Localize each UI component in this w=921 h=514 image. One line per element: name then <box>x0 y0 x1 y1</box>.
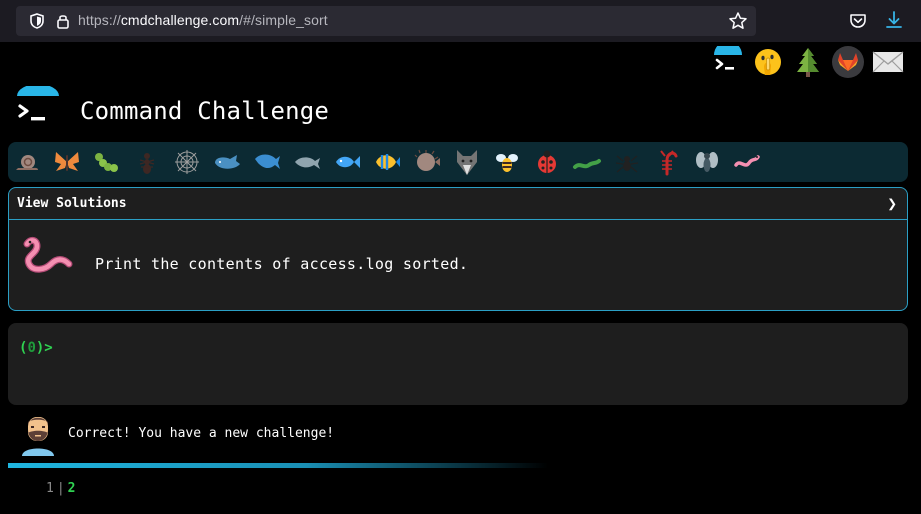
page-current-2[interactable]: 2 <box>68 481 76 496</box>
earthworm-icon[interactable] <box>732 147 762 177</box>
header-icon-bar <box>712 46 912 80</box>
view-solutions-toggle[interactable]: View Solutions ❯ <box>9 188 907 220</box>
challenge-pager: 1 | 2 <box>46 481 75 496</box>
bearded-man-avatar <box>22 417 54 456</box>
url-text[interactable]: https://cmdchallenge.com/#/simple_sort <box>78 12 328 28</box>
ant-icon[interactable] <box>132 147 162 177</box>
emoji-shush-icon[interactable] <box>752 46 784 78</box>
progress-bar <box>8 463 548 468</box>
progress-fill <box>8 463 548 468</box>
scorpion-icon[interactable] <box>652 147 682 177</box>
bee-icon[interactable] <box>492 147 522 177</box>
prompt-exit-code: 0 <box>27 340 36 356</box>
page-link-1[interactable]: 1 <box>46 481 54 496</box>
prompt-close: )> <box>35 340 53 356</box>
address-bar[interactable]: https://cmdchallenge.com/#/simple_sort <box>16 6 756 36</box>
app-logo[interactable] <box>16 86 60 130</box>
bookmark-star-icon[interactable] <box>728 11 748 31</box>
url-domain: cmdchallenge.com <box>120 12 240 28</box>
browser-toolbar: https://cmdchallenge.com/#/simple_sort <box>0 0 921 42</box>
feedback-message: Correct! You have a new challenge! <box>68 426 335 441</box>
whale-icon[interactable] <box>212 147 242 177</box>
terminal[interactable]: (0)> <box>8 323 908 405</box>
earthworm-icon <box>23 236 73 273</box>
caterpillar-icon[interactable] <box>92 147 122 177</box>
fly-icon[interactable] <box>692 147 722 177</box>
butterfly-icon[interactable] <box>52 147 82 177</box>
view-solutions-label: View Solutions <box>17 196 127 211</box>
url-prefix: https:// <box>78 12 121 28</box>
challenge-progress-strip <box>8 142 908 182</box>
chevron-right-icon[interactable]: ❯ <box>887 194 897 213</box>
lock-icon[interactable] <box>54 12 72 30</box>
tropical-fish-icon[interactable] <box>372 147 402 177</box>
wolf-icon[interactable] <box>452 147 482 177</box>
challenge-panel: View Solutions ❯ Print the contents of a… <box>8 187 908 311</box>
terminal-logo-icon[interactable] <box>712 46 744 78</box>
spider-icon[interactable] <box>612 147 642 177</box>
envelope-icon[interactable] <box>872 46 904 78</box>
pocket-icon[interactable] <box>848 11 868 31</box>
terminal-prompt: (0)> <box>19 340 53 356</box>
tree-icon[interactable] <box>792 46 824 78</box>
pager-separator: | <box>56 481 65 496</box>
fish-icon[interactable] <box>332 147 362 177</box>
gitlab-icon[interactable] <box>832 46 864 78</box>
terminal-input[interactable] <box>64 337 884 361</box>
challenge-description: Print the contents of access.log sorted. <box>95 255 469 273</box>
worm-green-icon[interactable] <box>572 147 602 177</box>
dolphin-icon[interactable] <box>252 147 282 177</box>
download-icon[interactable] <box>884 10 904 30</box>
ladybug-icon[interactable] <box>532 147 562 177</box>
url-path: /#/simple_sort <box>239 12 328 28</box>
blowfish-icon[interactable] <box>412 147 442 177</box>
dolphin-2-icon[interactable] <box>292 147 322 177</box>
tracking-shield-icon[interactable] <box>28 12 46 30</box>
snail-icon[interactable] <box>12 147 42 177</box>
page-title: Command Challenge <box>80 97 330 125</box>
spider-web-icon[interactable] <box>172 147 202 177</box>
